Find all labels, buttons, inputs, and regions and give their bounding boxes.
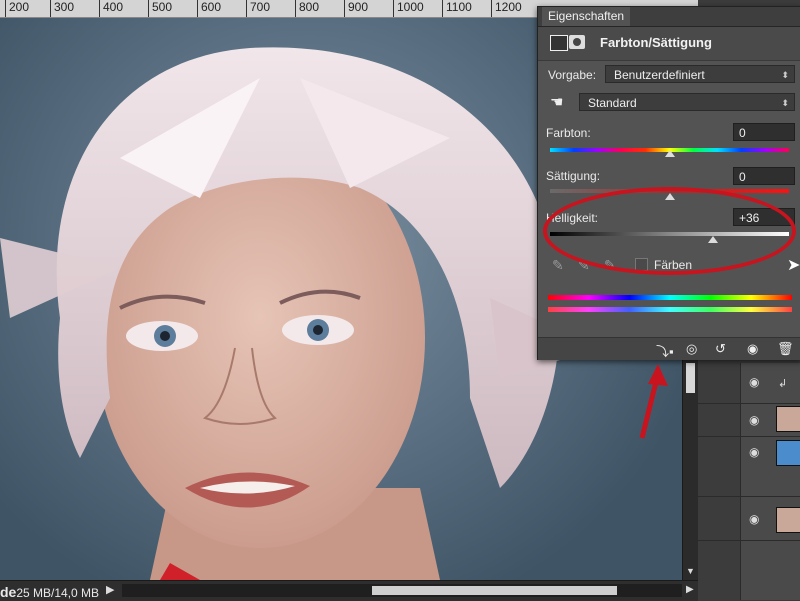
ruler-tick: 400: [99, 0, 123, 17]
document-label: de: [0, 584, 17, 600]
ruler-tick: 500: [148, 0, 172, 17]
ruler-tick: 800: [295, 0, 319, 17]
layer-thumbnail[interactable]: [776, 406, 800, 432]
clip-indicator-icon: ↲: [778, 378, 788, 390]
document-size: 25 MB/14,0 MB: [16, 586, 100, 600]
tab-properties[interactable]: Eigenschaften: [542, 7, 631, 26]
eye-icon[interactable]: ◉: [749, 413, 759, 427]
adjustment-header: Farbton/Sättigung: [538, 27, 800, 61]
color-bar-input: [548, 295, 792, 300]
range-select[interactable]: Standard ⬍: [579, 93, 795, 111]
eyedropper-icon[interactable]: ✎: [552, 257, 564, 274]
layer-divider: [698, 540, 800, 541]
hand-icon[interactable]: ☚: [550, 93, 563, 111]
scroll-down-icon[interactable]: ▼: [686, 566, 695, 576]
layer-thumbnail[interactable]: [776, 507, 800, 533]
status-bar: de25 MB/14,0 MB ▶ ▶: [0, 580, 698, 601]
ruler-tick: 200: [5, 0, 29, 17]
saturation-label: Sättigung:: [546, 169, 601, 183]
layer-divider: [698, 436, 800, 437]
reset-icon[interactable]: ↺: [715, 341, 726, 357]
ruler-tick: 1200: [491, 0, 522, 17]
layer-thumbnail[interactable]: [776, 440, 800, 466]
hue-input[interactable]: 0: [733, 123, 795, 141]
properties-panel: Eigenschaften Farbton/Sättigung Vorgabe:…: [537, 6, 800, 360]
hue-slider-knob[interactable]: [664, 150, 675, 157]
mouse-cursor-icon: ➤: [787, 257, 800, 274]
preset-label: Vorgabe:: [548, 68, 597, 82]
eye-icon[interactable]: ◉: [749, 445, 759, 459]
ruler-tick: 700: [246, 0, 270, 17]
annotation-arrow: [639, 364, 668, 439]
adjustment-title: Farbton/Sättigung: [600, 35, 712, 50]
ruler-tick: 300: [50, 0, 74, 17]
visibility-icon[interactable]: ◎: [686, 341, 697, 357]
horizontal-scroll-thumb[interactable]: [372, 586, 617, 595]
panel-tab-bar: Eigenschaften: [538, 7, 800, 27]
scroll-right-icon[interactable]: ▶: [686, 584, 694, 595]
clip-icon[interactable]: ⤵▪: [656, 341, 674, 360]
color-bar-output: [548, 307, 792, 312]
panel-footer: ⤵▪ ◎ ↺ ◉ 🗑: [538, 337, 800, 360]
layer-thumbnail-column: [740, 363, 800, 600]
highlight-ellipse: [543, 187, 796, 275]
preset-select[interactable]: Benutzerdefiniert ⬍: [605, 65, 795, 83]
eye-icon[interactable]: ◉: [749, 512, 759, 526]
preset-value: Benutzerdefiniert: [614, 68, 705, 82]
ruler-tick: 1000: [393, 0, 424, 17]
layer-divider: [698, 496, 800, 497]
adjustment-icon[interactable]: [550, 35, 568, 51]
ruler-tick: 600: [197, 0, 221, 17]
mask-icon[interactable]: [569, 35, 585, 49]
ruler-tick: 900: [344, 0, 368, 17]
range-value: Standard: [588, 96, 637, 110]
saturation-input[interactable]: 0: [733, 167, 795, 185]
eye-icon[interactable]: ◉: [749, 375, 759, 389]
select-caret-icon: ⬍: [781, 98, 789, 108]
hue-label: Farbton:: [546, 126, 591, 140]
layer-divider: [698, 403, 800, 404]
ruler-tick: 1100: [442, 0, 472, 17]
status-menu-icon[interactable]: ▶: [106, 583, 114, 596]
document-info: de25 MB/14,0 MB: [0, 584, 99, 600]
select-caret-icon: ⬍: [781, 70, 789, 80]
trash-icon[interactable]: 🗑: [777, 341, 794, 357]
horizontal-scrollbar[interactable]: [122, 584, 682, 597]
eye-icon[interactable]: ◉: [747, 341, 758, 357]
